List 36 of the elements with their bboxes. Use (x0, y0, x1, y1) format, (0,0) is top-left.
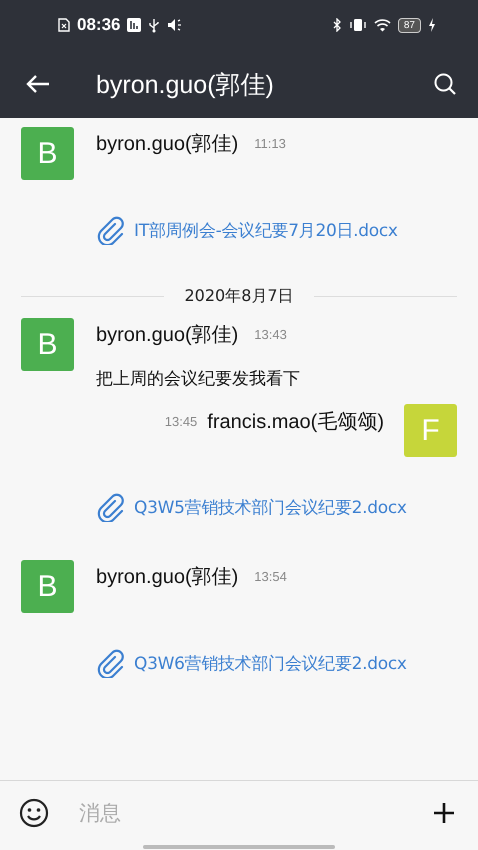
avatar[interactable]: B (21, 127, 74, 180)
avatar[interactable]: F (404, 404, 457, 457)
file-link[interactable]: Q3W6营销技术部门会议纪要2.docx (134, 652, 407, 674)
sender-name: byron.guo(郭佳) (96, 132, 238, 156)
paperclip-icon (96, 215, 126, 245)
emoji-icon[interactable] (19, 798, 49, 828)
date-separator: 2020年8月7日 (184, 286, 294, 306)
plus-icon[interactable] (433, 802, 455, 824)
wifi-icon (374, 18, 391, 32)
avatar[interactable]: B (21, 560, 74, 613)
message-time: 13:54 (254, 568, 287, 584)
charging-icon (428, 18, 436, 32)
battery-indicator: 87 (398, 18, 421, 32)
search-icon[interactable] (433, 72, 457, 96)
sender-name: francis.mao(毛颂颂) (207, 410, 384, 434)
sim-icon (58, 18, 70, 32)
message-input[interactable]: 消息 (77, 800, 405, 826)
avatar[interactable]: B (21, 318, 74, 371)
file-link[interactable]: Q3W5营销技术部门会议纪要2.docx (134, 496, 407, 518)
message-time: 11:13 (254, 136, 286, 150)
sender-name: byron.guo(郭佳) (96, 322, 238, 348)
message-time: 13:45 (164, 414, 198, 428)
usb-icon (148, 18, 160, 32)
bluetooth-icon (332, 18, 342, 32)
message-text: 把上周的会议纪要发我看下 (96, 368, 300, 390)
paperclip-icon (96, 648, 126, 678)
status-time: 08:36 (77, 15, 120, 35)
paperclip-icon (96, 492, 126, 522)
message-time: 13:43 (254, 326, 287, 342)
sender-name: byron.guo(郭佳) (96, 564, 238, 590)
speaker-icon (167, 18, 184, 32)
app-icon (127, 18, 142, 32)
file-link[interactable]: IT部周例会-会议纪要7月20日.docx (134, 218, 398, 242)
chat-title: byron.guo(郭佳) (96, 70, 275, 100)
back-arrow-icon[interactable] (26, 74, 50, 94)
vibrate-icon (348, 18, 367, 32)
